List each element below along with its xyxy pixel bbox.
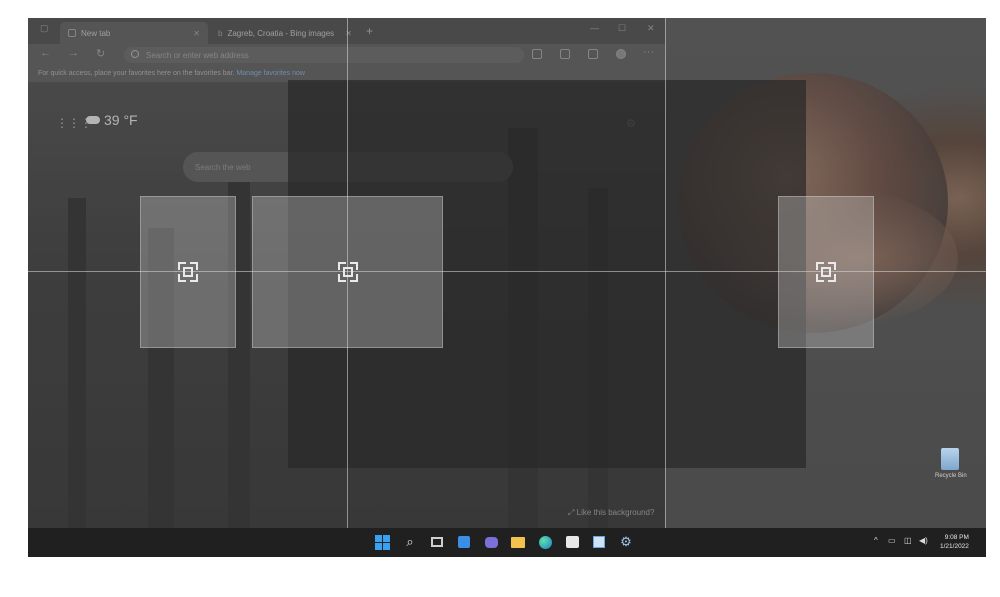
- recycle-bin[interactable]: Recycle Bin: [935, 448, 967, 479]
- settings-icon[interactable]: ⚙: [618, 534, 634, 550]
- volume-icon[interactable]: ◀): [919, 536, 928, 545]
- task-view-icon[interactable]: [429, 534, 445, 550]
- snap-layout-icon: [337, 262, 358, 282]
- snap-zone-center[interactable]: [252, 196, 443, 348]
- windows-icon: [374, 534, 390, 550]
- chevron-up-icon[interactable]: ^: [874, 536, 878, 545]
- recycle-bin-label: Recycle Bin: [935, 473, 967, 479]
- clock[interactable]: 9:08 PM 1/21/2022: [940, 533, 969, 551]
- snap-zone-right[interactable]: [778, 196, 874, 348]
- network-icon[interactable]: ◫: [904, 536, 912, 545]
- clock-date: 1/21/2022: [940, 543, 969, 550]
- display-icon[interactable]: ▭: [888, 536, 896, 545]
- file-explorer-icon[interactable]: [510, 534, 526, 550]
- widgets-icon[interactable]: [456, 534, 472, 550]
- snap-divider-vertical: [665, 18, 666, 528]
- clock-time: 9:08 PM: [944, 534, 969, 541]
- recycle-bin-icon: [941, 448, 959, 470]
- snap-layout-icon: [816, 262, 836, 282]
- snipping-tool-icon[interactable]: [591, 534, 607, 550]
- edge-icon[interactable]: [537, 534, 553, 550]
- taskbar: ⌕ ⚙ ^ ▭ ◫ ◀) 9:08 PM 1/21/2022: [28, 528, 986, 557]
- search-icon[interactable]: ⌕: [402, 534, 418, 550]
- desktop-screen: ▢ New tab ✕ b Zagreb, Croatia - Bing ima…: [28, 18, 986, 557]
- start-button[interactable]: [374, 534, 390, 550]
- snap-layout-icon: [178, 262, 198, 282]
- chat-icon[interactable]: [483, 534, 499, 550]
- snap-zone-left[interactable]: [140, 196, 236, 348]
- store-icon[interactable]: [564, 534, 580, 550]
